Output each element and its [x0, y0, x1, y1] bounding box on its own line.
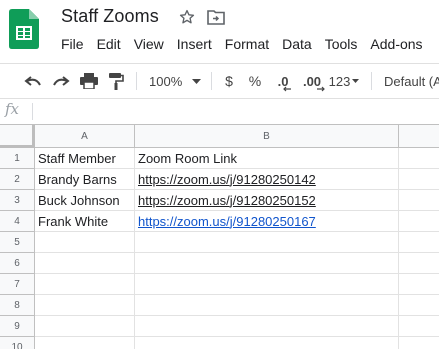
zoom-link[interactable]: https://zoom.us/j/91280250167 [138, 214, 316, 229]
cell-a6[interactable] [35, 253, 135, 274]
cell-a10[interactable] [35, 337, 135, 349]
formula-input[interactable] [36, 101, 436, 121]
arrow-left-icon [283, 86, 291, 92]
column-header-b[interactable]: B [135, 125, 399, 148]
star-icon[interactable] [178, 8, 196, 26]
more-formats-label: 123 [328, 73, 351, 89]
menu-bar: File Edit View Insert Format Data Tools … [61, 36, 436, 54]
toolbar: 100% $ % .0 .00 123 Default (A [0, 64, 439, 98]
cell-a2[interactable]: Brandy Barns [35, 169, 135, 190]
row-header-6[interactable]: 6 [0, 253, 35, 274]
cell-b3[interactable]: https://zoom.us/j/91280250152 [135, 190, 399, 211]
menu-format[interactable]: Format [225, 36, 269, 54]
percent-format-button[interactable]: % [248, 64, 262, 98]
row-header-8[interactable]: 8 [0, 295, 35, 316]
fx-icon: fx [5, 100, 20, 118]
zoom-link[interactable]: https://zoom.us/j/91280250152 [138, 193, 316, 208]
cell-a9[interactable] [35, 316, 135, 337]
cell-c9[interactable] [399, 316, 439, 337]
menu-edit[interactable]: Edit [97, 36, 121, 54]
cell-a4[interactable]: Frank White [35, 211, 135, 232]
menu-addons[interactable]: Add-ons [370, 36, 422, 54]
formula-separator [32, 103, 33, 120]
row-header-9[interactable]: 9 [0, 316, 35, 337]
cell-a8[interactable] [35, 295, 135, 316]
zoom-link[interactable]: https://zoom.us/j/91280250142 [138, 172, 316, 187]
column-header-a[interactable]: A [35, 125, 135, 148]
row-header-3[interactable]: 3 [0, 190, 35, 211]
undo-icon[interactable] [22, 64, 44, 98]
toolbar-separator [371, 72, 372, 90]
cell-a5[interactable] [35, 232, 135, 253]
move-to-folder-icon[interactable] [207, 9, 225, 25]
menu-file[interactable]: File [61, 36, 84, 54]
menu-insert[interactable]: Insert [177, 36, 212, 54]
cell-a3[interactable]: Buck Johnson [35, 190, 135, 211]
cell-b7[interactable] [135, 274, 399, 295]
toolbar-separator [211, 72, 212, 90]
spreadsheet-grid: A B 1 Staff Member Zoom Room Link 2 Brandy Bar… [0, 125, 439, 349]
cell-b1[interactable]: Zoom Room Link [135, 148, 399, 169]
cell-a1[interactable]: Staff Member [35, 148, 135, 169]
chevron-down-icon [352, 79, 360, 83]
cell-c6[interactable] [399, 253, 439, 274]
toolbar-separator [136, 72, 137, 90]
cell-c1[interactable] [399, 148, 439, 169]
row-header-5[interactable]: 5 [0, 232, 35, 253]
cell-b2[interactable]: https://zoom.us/j/91280250142 [135, 169, 399, 190]
row-header-1[interactable]: 1 [0, 148, 35, 169]
cell-c2[interactable] [399, 169, 439, 190]
decrease-decimal-button[interactable]: .0 [270, 64, 296, 98]
cell-c4[interactable] [399, 211, 439, 232]
menu-tools[interactable]: Tools [325, 36, 358, 54]
increase-decimal-button[interactable]: .00 [299, 64, 325, 98]
font-family-select[interactable]: Default (A [384, 64, 439, 98]
cell-b9[interactable] [135, 316, 399, 337]
cell-c10[interactable] [399, 337, 439, 349]
cell-b4[interactable]: https://zoom.us/j/91280250167 [135, 211, 399, 232]
redo-icon[interactable] [50, 64, 72, 98]
row-header-10[interactable]: 10 [0, 337, 35, 349]
currency-format-button[interactable]: $ [222, 64, 236, 98]
column-header-filler [399, 125, 439, 148]
cell-a7[interactable] [35, 274, 135, 295]
menu-data[interactable]: Data [282, 36, 312, 54]
document-title[interactable]: Staff Zooms [61, 6, 159, 27]
arrow-right-icon [317, 86, 325, 92]
cell-b8[interactable] [135, 295, 399, 316]
cell-c5[interactable] [399, 232, 439, 253]
sheets-logo-icon[interactable] [9, 9, 39, 49]
cell-b5[interactable] [135, 232, 399, 253]
row-header-7[interactable]: 7 [0, 274, 35, 295]
cell-b10[interactable] [135, 337, 399, 349]
cell-c3[interactable] [399, 190, 439, 211]
menu-view[interactable]: View [134, 36, 164, 54]
cell-b6[interactable] [135, 253, 399, 274]
row-header-4[interactable]: 4 [0, 211, 35, 232]
paint-format-icon[interactable] [105, 64, 127, 98]
more-formats-button[interactable]: 123 [328, 64, 360, 98]
select-all-corner[interactable] [0, 125, 35, 148]
row-header-2[interactable]: 2 [0, 169, 35, 190]
cell-c7[interactable] [399, 274, 439, 295]
print-icon[interactable] [78, 64, 100, 98]
cell-c8[interactable] [399, 295, 439, 316]
zoom-select[interactable]: 100% [149, 64, 183, 98]
toolbar-divider [0, 98, 439, 99]
chevron-down-icon[interactable] [190, 64, 202, 98]
